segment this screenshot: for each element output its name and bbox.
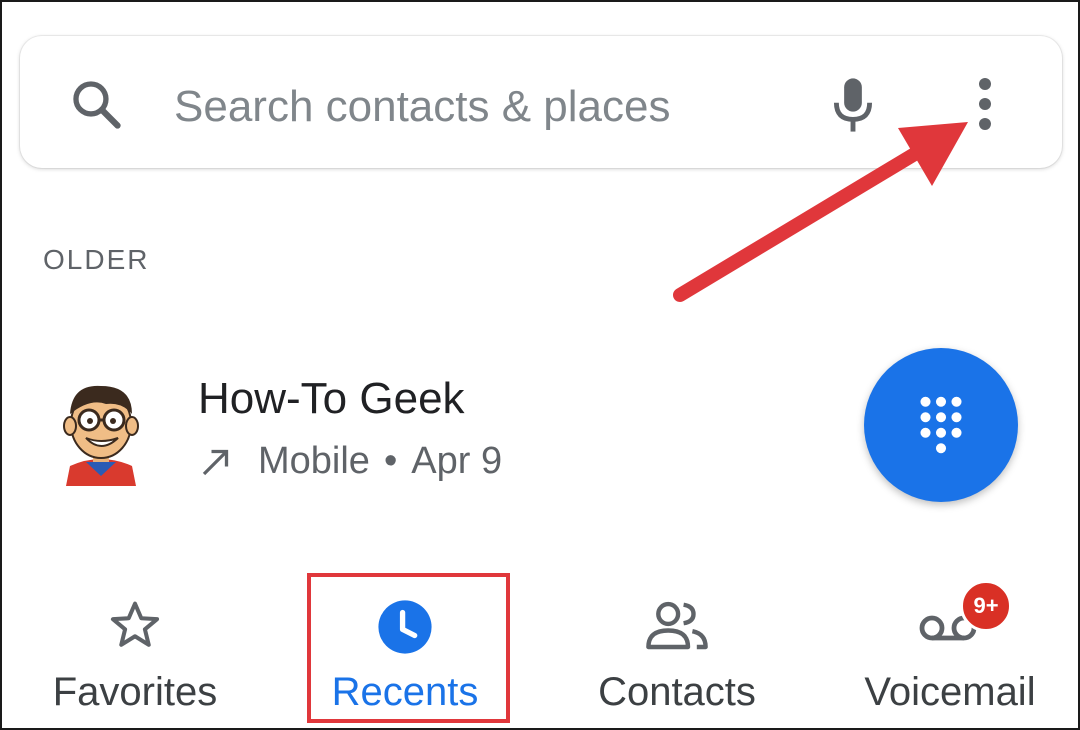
outgoing-call-arrow-icon xyxy=(202,449,229,475)
people-icon xyxy=(646,601,708,650)
call-details: Mobile • Apr 9 xyxy=(198,440,502,483)
meta-separator: • xyxy=(383,440,398,482)
dialpad-icon xyxy=(920,396,962,454)
contact-avatar[interactable] xyxy=(56,374,146,486)
nav-item-favorites[interactable]: Favorites xyxy=(30,560,240,730)
contact-name: How-To Geek xyxy=(198,374,465,423)
phone-type: Mobile xyxy=(258,440,370,482)
nav-label-contacts: Contacts xyxy=(598,670,756,714)
nav-item-contacts[interactable]: Contacts xyxy=(570,560,784,730)
dialpad-button[interactable] xyxy=(864,348,1018,502)
star-icon xyxy=(110,601,160,647)
annotation-highlight-box xyxy=(307,573,510,723)
search-icon[interactable] xyxy=(68,76,126,134)
nav-item-voicemail[interactable]: 9+ Voicemail xyxy=(840,560,1060,730)
call-date: Apr 9 xyxy=(411,440,503,482)
section-header-older: OLDER xyxy=(43,244,150,275)
voicemail-badge: 9+ xyxy=(960,580,1012,632)
nav-label-voicemail: Voicemail xyxy=(864,670,1036,714)
bottom-navigation: Favorites Recents Contacts 9+ Voicemail xyxy=(0,560,1080,730)
nav-label-favorites: Favorites xyxy=(52,670,218,714)
annotation-arrow xyxy=(673,122,968,302)
